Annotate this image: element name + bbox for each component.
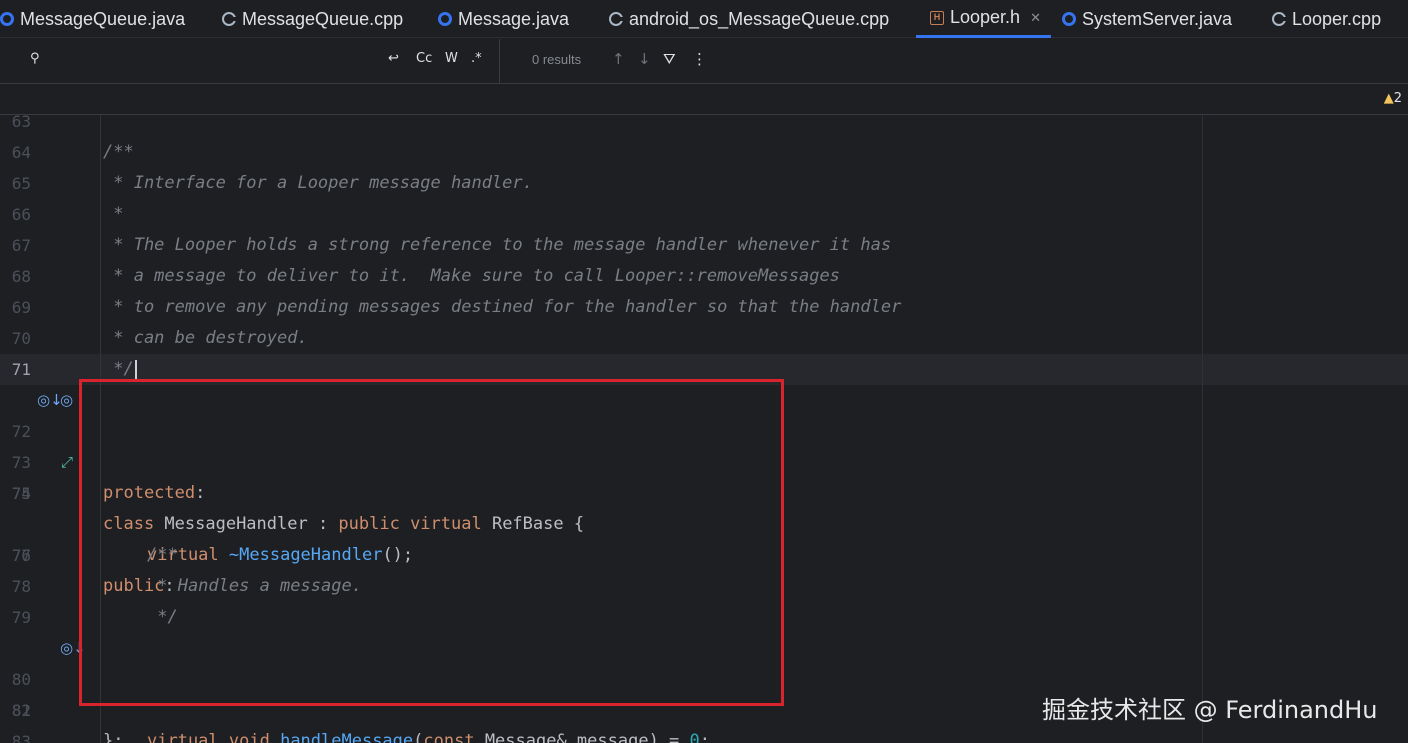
watermark: 掘金技术社区 @ FerdinandHu (1042, 696, 1378, 724)
tab-label: SystemServer.java (1082, 8, 1233, 29)
tab-systemserver-java[interactable]: SystemServer.java (1062, 0, 1232, 38)
tab-looper-cpp[interactable]: Looper.cpp (1272, 0, 1381, 38)
close-icon[interactable]: ✕ (1030, 10, 1041, 26)
java-icon (0, 12, 14, 26)
editor-tab-bar: MessageQueue.java MessageQueue.cpp Messa… (0, 0, 1408, 38)
tab-label: Looper.cpp (1292, 8, 1382, 29)
annotation-highlight-box (79, 379, 784, 706)
comment: * can be destroyed. (103, 328, 308, 348)
more-options-icon[interactable]: ⋮ (692, 50, 707, 68)
code-line: 64 /** (0, 137, 1408, 168)
cpp-icon (222, 12, 237, 26)
line-number: 83 (11, 732, 31, 743)
filter-icon[interactable]: ⛛ (663, 50, 676, 68)
preserve-newline-icon[interactable]: ↩ (388, 51, 399, 66)
line-number: 66 (11, 205, 31, 224)
tab-android-os-messagequeue-cpp[interactable]: android_os_MessageQueue.cpp (609, 0, 889, 38)
warning-count: 2 (1393, 91, 1402, 106)
header-file-icon: H (930, 10, 944, 25)
cpp-icon (609, 12, 624, 26)
overridden-icon[interactable]: ◎ (60, 385, 73, 416)
code-line: 66 * (0, 199, 1408, 230)
code-line: 63 (0, 106, 1408, 137)
line-number: 68 (11, 267, 31, 286)
line-number: 78 (11, 577, 31, 596)
whole-words-button[interactable]: W (445, 51, 458, 66)
tab-looper-h[interactable]: H Looper.h ✕ (916, 0, 1051, 38)
line-number: 71 (11, 360, 31, 379)
previous-occurrence-icon[interactable]: ↑ (612, 50, 625, 68)
line-number: 75 (11, 484, 31, 503)
tab-label: Looper.h (950, 7, 1021, 27)
tab-label: MessageQueue.cpp (242, 8, 404, 29)
line-number: 65 (11, 174, 31, 193)
code-line: 68 * a message to deliver to it. Make su… (0, 261, 1408, 292)
comment: * (103, 204, 124, 224)
code-line: 83 (0, 726, 1408, 743)
line-number: 79 (11, 608, 31, 627)
comment: * The Looper holds a strong reference to… (103, 235, 892, 255)
implemented-override-icon[interactable]: ◎↓ (37, 385, 63, 416)
find-bar: ⚲ ↩ Cc W .* 0 results ↑ ↓ ⛛ ⋮ (0, 39, 1408, 84)
line-number: 64 (11, 143, 31, 162)
tab-label: Message.java (458, 8, 570, 29)
line-number: 69 (11, 298, 31, 317)
comment: * a message to deliver to it. Make sure … (103, 266, 840, 286)
line-number: 70 (11, 329, 31, 348)
code-line: 70 * can be destroyed. (0, 323, 1408, 354)
code-line: 69 * to remove any pending messages dest… (0, 292, 1408, 323)
next-occurrence-icon[interactable]: ↓ (638, 50, 651, 68)
right-margin-guide (1202, 115, 1203, 743)
java-icon (438, 12, 452, 26)
related-symbol-icon[interactable]: ⤢ (61, 447, 73, 478)
comment: /** (103, 142, 134, 162)
tab-label: MessageQueue.java (20, 8, 186, 29)
code-line: 65 * Interface for a Looper message hand… (0, 168, 1408, 199)
search-results-count: 0 results (532, 52, 582, 67)
search-input[interactable]: ⚲ ↩ Cc W .* (16, 39, 500, 84)
tab-messagequeue-java[interactable]: MessageQueue.java (0, 0, 185, 38)
tab-message-java[interactable]: Message.java (438, 0, 569, 38)
line-number: 67 (11, 236, 31, 255)
comment: * Interface for a Looper message handler… (103, 173, 533, 193)
line-number: 63 (11, 112, 31, 131)
warning-icon: ▲ (1383, 91, 1394, 106)
cpp-icon (1272, 12, 1287, 26)
tab-label: android_os_MessageQueue.cpp (629, 8, 890, 29)
line-number: 82 (11, 701, 31, 720)
regex-button[interactable]: .* (471, 51, 482, 66)
java-icon (1062, 12, 1076, 26)
code-line: 67 * The Looper holds a strong reference… (0, 230, 1408, 261)
line-number: 77 (11, 546, 31, 565)
comment: * to remove any pending messages destine… (103, 297, 902, 317)
search-icon[interactable]: ⚲ (30, 51, 40, 66)
tab-messagequeue-cpp[interactable]: MessageQueue.cpp (222, 0, 403, 38)
match-case-button[interactable]: Cc (416, 51, 432, 66)
warnings-indicator[interactable]: ▲2 (1384, 91, 1402, 106)
